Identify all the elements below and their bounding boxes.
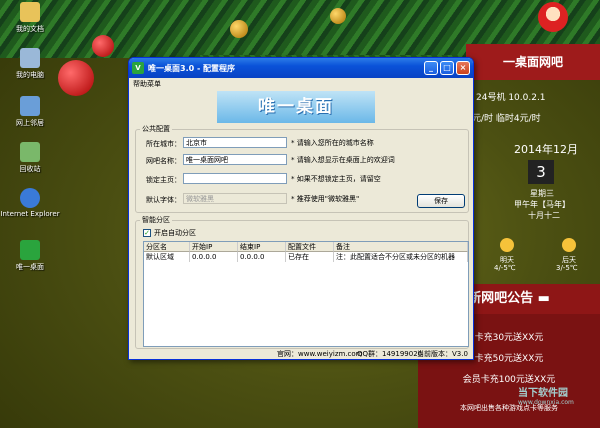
- watermark-url: www.downxia.com: [518, 399, 574, 406]
- lunar-day: 十月十二: [528, 211, 560, 220]
- name-label: 网吧名称：: [146, 157, 181, 165]
- weiyi-desktop-icon: [20, 240, 40, 260]
- gold-ornament: [230, 20, 248, 38]
- status-website[interactable]: 官网：www.weiyizm.com: [277, 349, 363, 359]
- table-row[interactable]: 默认区域 0.0.0.0 0.0.0.0 已存在 注：此配置适合不分区或未分区的…: [144, 252, 468, 262]
- weather-after-temp: 3/-5℃: [556, 264, 578, 272]
- app-icon: V: [132, 62, 144, 74]
- notice-title: 新网吧公告: [468, 291, 534, 306]
- date-year-month: 2014年12月: [514, 143, 578, 156]
- status-bar: 官网：www.weiyizm.com QQ群：149199026 当前版本：V3…: [129, 347, 473, 359]
- public-config-legend: 公共配置: [142, 125, 170, 133]
- window-titlebar[interactable]: V 唯一桌面3.0 - 配置程序 _ □ ×: [129, 58, 473, 78]
- recycle-bin-icon: [20, 142, 40, 162]
- maximize-button[interactable]: □: [440, 61, 454, 75]
- col-header[interactable]: 配置文件: [286, 242, 334, 252]
- home-hint: * 如果不想锁定主页，请留空: [291, 175, 381, 183]
- name-input[interactable]: 唯一桌面网吧: [183, 154, 287, 165]
- gold-ornament: [330, 8, 346, 24]
- brand-bar: 一桌面网吧: [466, 44, 600, 80]
- status-version: 当前版本：V3.0: [417, 350, 468, 358]
- partition-legend: 智能分区: [142, 216, 170, 224]
- network-icon: [20, 96, 40, 116]
- col-header[interactable]: 分区名: [144, 242, 190, 252]
- weather-tomorrow-temp: 4/-5℃: [494, 264, 516, 272]
- font-hint: * 推荐使用"微软雅黑": [291, 195, 360, 203]
- window-title: 唯一桌面3.0 - 配置程序: [148, 63, 236, 73]
- desktop-icon-my-computer[interactable]: 我的电脑: [0, 48, 60, 80]
- auto-partition-label: 开启自动分区: [154, 229, 196, 237]
- col-header[interactable]: 开始IP: [190, 242, 238, 252]
- desktop-icon-label: 我的文档: [16, 25, 44, 33]
- banner-logo: 唯一桌面: [217, 91, 375, 123]
- name-hint: * 请输入想显示在桌面上的欢迎词: [291, 156, 395, 164]
- close-button[interactable]: ×: [456, 61, 470, 75]
- auto-partition-checkbox[interactable]: ✓ 开启自动分区: [143, 228, 196, 238]
- col-header[interactable]: 结束IP: [238, 242, 286, 252]
- red-ornament: [58, 60, 94, 96]
- font-label: 默认字体：: [146, 196, 181, 204]
- table-cell: 已存在: [286, 252, 334, 262]
- table-cell: 默认区域: [144, 252, 190, 262]
- desktop-icon-label: 网上邻居: [16, 119, 44, 127]
- desktop-icon-recycle-bin[interactable]: 回收站: [0, 142, 60, 174]
- desktop-icon-weiyi[interactable]: 唯一桌面: [0, 240, 60, 272]
- status-qq: QQ群：149199026: [357, 350, 423, 358]
- weather-sun-icon: [500, 238, 514, 252]
- red-ornament: [92, 35, 114, 57]
- desktop-icon-label: Internet Explorer: [0, 210, 60, 218]
- partition-table[interactable]: 分区名 开始IP 结束IP 配置文件 备注 默认区域 0.0.0.0 0.0.0…: [143, 241, 469, 347]
- table-cell: 0.0.0.0: [190, 252, 238, 262]
- desktop-icon-network[interactable]: 网上邻居: [0, 96, 60, 128]
- checkbox-checked-icon: ✓: [143, 229, 151, 237]
- computer-icon: [20, 48, 40, 68]
- desktop-icon-label: 回收站: [19, 165, 41, 173]
- machine-info: 24号机 10.0.2.1: [476, 93, 546, 103]
- font-input[interactable]: 微软雅黑: [183, 193, 287, 204]
- desktop-icon-ie[interactable]: Internet Explorer: [0, 188, 60, 218]
- brand-title: 一桌面网吧: [502, 55, 563, 69]
- city-hint: * 请输入您所在的城市名称: [291, 139, 374, 147]
- watermark: 当下软件园 www.downxia.com: [518, 384, 574, 406]
- lunar-year: 甲午年【马年】: [514, 200, 570, 209]
- home-input[interactable]: [183, 173, 287, 184]
- config-window: V 唯一桌面3.0 - 配置程序 _ □ × 帮助菜单 唯一桌面 公共配置 所在…: [128, 57, 474, 360]
- santa-icon: [538, 2, 568, 32]
- desktop-icon-label: 我的电脑: [16, 71, 44, 79]
- city-label: 所在城市：: [146, 140, 181, 148]
- minimize-button[interactable]: _: [424, 61, 438, 75]
- folder-icon: [20, 2, 40, 22]
- desktop-icon-label: 唯一桌面: [16, 263, 44, 271]
- menu-help[interactable]: 帮助菜单: [133, 80, 161, 88]
- city-input[interactable]: 北京市: [183, 137, 287, 148]
- table-cell: 0.0.0.0: [238, 252, 286, 262]
- save-button[interactable]: 保存: [417, 194, 465, 208]
- col-header[interactable]: 备注: [334, 242, 468, 252]
- watermark-text: 当下软件园: [518, 388, 568, 399]
- weekday: 星期三: [530, 189, 554, 198]
- date-day: 3: [528, 160, 554, 184]
- menu-bar: 帮助菜单: [129, 78, 473, 90]
- table-header: 分区名 开始IP 结束IP 配置文件 备注: [144, 242, 468, 252]
- notice-title-icon: ▬: [537, 291, 550, 306]
- internet-explorer-icon: [20, 188, 40, 208]
- weather-sun-icon: [562, 238, 576, 252]
- table-cell: 注：此配置适合不分区或未分区的机器: [334, 252, 468, 262]
- price-info: 元/时 临时4元/时: [472, 114, 541, 124]
- home-label: 锁定主页：: [146, 176, 181, 184]
- desktop-icon-my-documents[interactable]: 我的文档: [0, 2, 60, 34]
